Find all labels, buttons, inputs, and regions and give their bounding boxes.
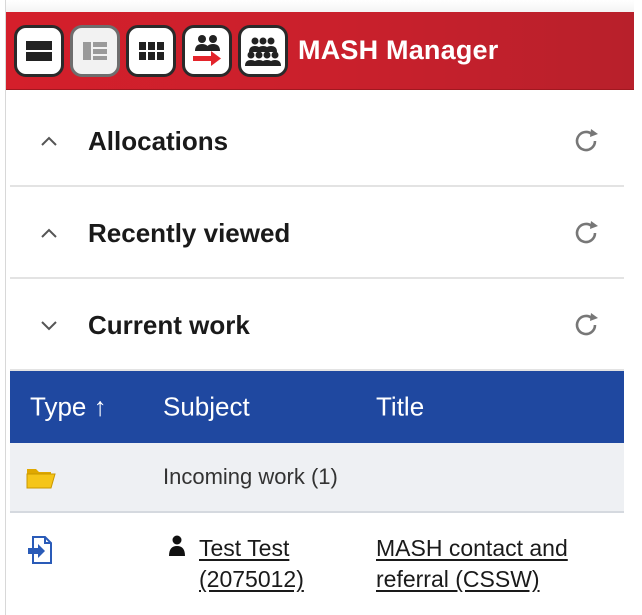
refresh-icon[interactable] (570, 217, 602, 249)
team-icon (245, 37, 281, 66)
list-layout-icon (83, 41, 107, 60)
subject-id: (2075012) (199, 566, 304, 592)
refresh-icon[interactable] (570, 125, 602, 157)
chevron-up-icon[interactable] (40, 224, 58, 242)
people-transfer-button[interactable] (182, 24, 232, 77)
group-label: Incoming work (1) (163, 464, 338, 489)
app-title: MASH Manager (298, 35, 499, 65)
group-row-incoming-work[interactable]: Incoming work (1) (10, 443, 624, 513)
column-header-type[interactable]: Type ↑ (30, 392, 107, 423)
section-title-current-work: Current work (88, 309, 250, 340)
top-strip (0, 0, 642, 12)
grid-layout-button[interactable] (126, 24, 176, 77)
sort-ascending-icon: ↑ (93, 391, 107, 422)
subject-link[interactable]: Test Test (2075012) (199, 533, 304, 595)
title-line-1: MASH contact and (376, 535, 568, 561)
right-edge (634, 0, 642, 615)
left-edge (0, 0, 6, 615)
app-frame: MASH Manager Allocations Recently viewed (0, 0, 642, 615)
single-row-layout-icon (26, 40, 52, 61)
section-allocations[interactable]: Allocations (10, 97, 624, 187)
title-link[interactable]: MASH contact and referral (CSSW) (376, 533, 568, 595)
column-label-type: Type (30, 391, 87, 422)
app-header: MASH Manager (6, 12, 634, 90)
team-button[interactable] (238, 24, 288, 77)
column-header-title[interactable]: Title (376, 392, 424, 423)
people-transfer-icon (193, 34, 221, 66)
document-arrow-icon[interactable] (26, 535, 56, 572)
refresh-icon[interactable] (570, 309, 602, 341)
table-header: Type ↑ Subject Title (10, 371, 624, 443)
section-recently-viewed[interactable]: Recently viewed (10, 189, 624, 279)
chevron-down-icon[interactable] (40, 316, 58, 334)
section-title-recently-viewed: Recently viewed (88, 217, 291, 248)
title-line-2: referral (CSSW) (376, 566, 540, 592)
person-icon (168, 535, 186, 562)
table-row[interactable]: Test Test (2075012) MASH contact and ref… (10, 515, 624, 615)
column-header-subject[interactable]: Subject (163, 392, 250, 423)
chevron-up-icon[interactable] (40, 132, 58, 150)
section-title-allocations: Allocations (88, 125, 229, 156)
grid-layout-icon (139, 41, 164, 60)
single-row-layout-button[interactable] (14, 24, 64, 77)
subject-name: Test Test (199, 535, 290, 561)
list-layout-button[interactable] (70, 24, 120, 77)
folder-open-icon (26, 465, 56, 494)
section-current-work[interactable]: Current work (10, 281, 624, 371)
